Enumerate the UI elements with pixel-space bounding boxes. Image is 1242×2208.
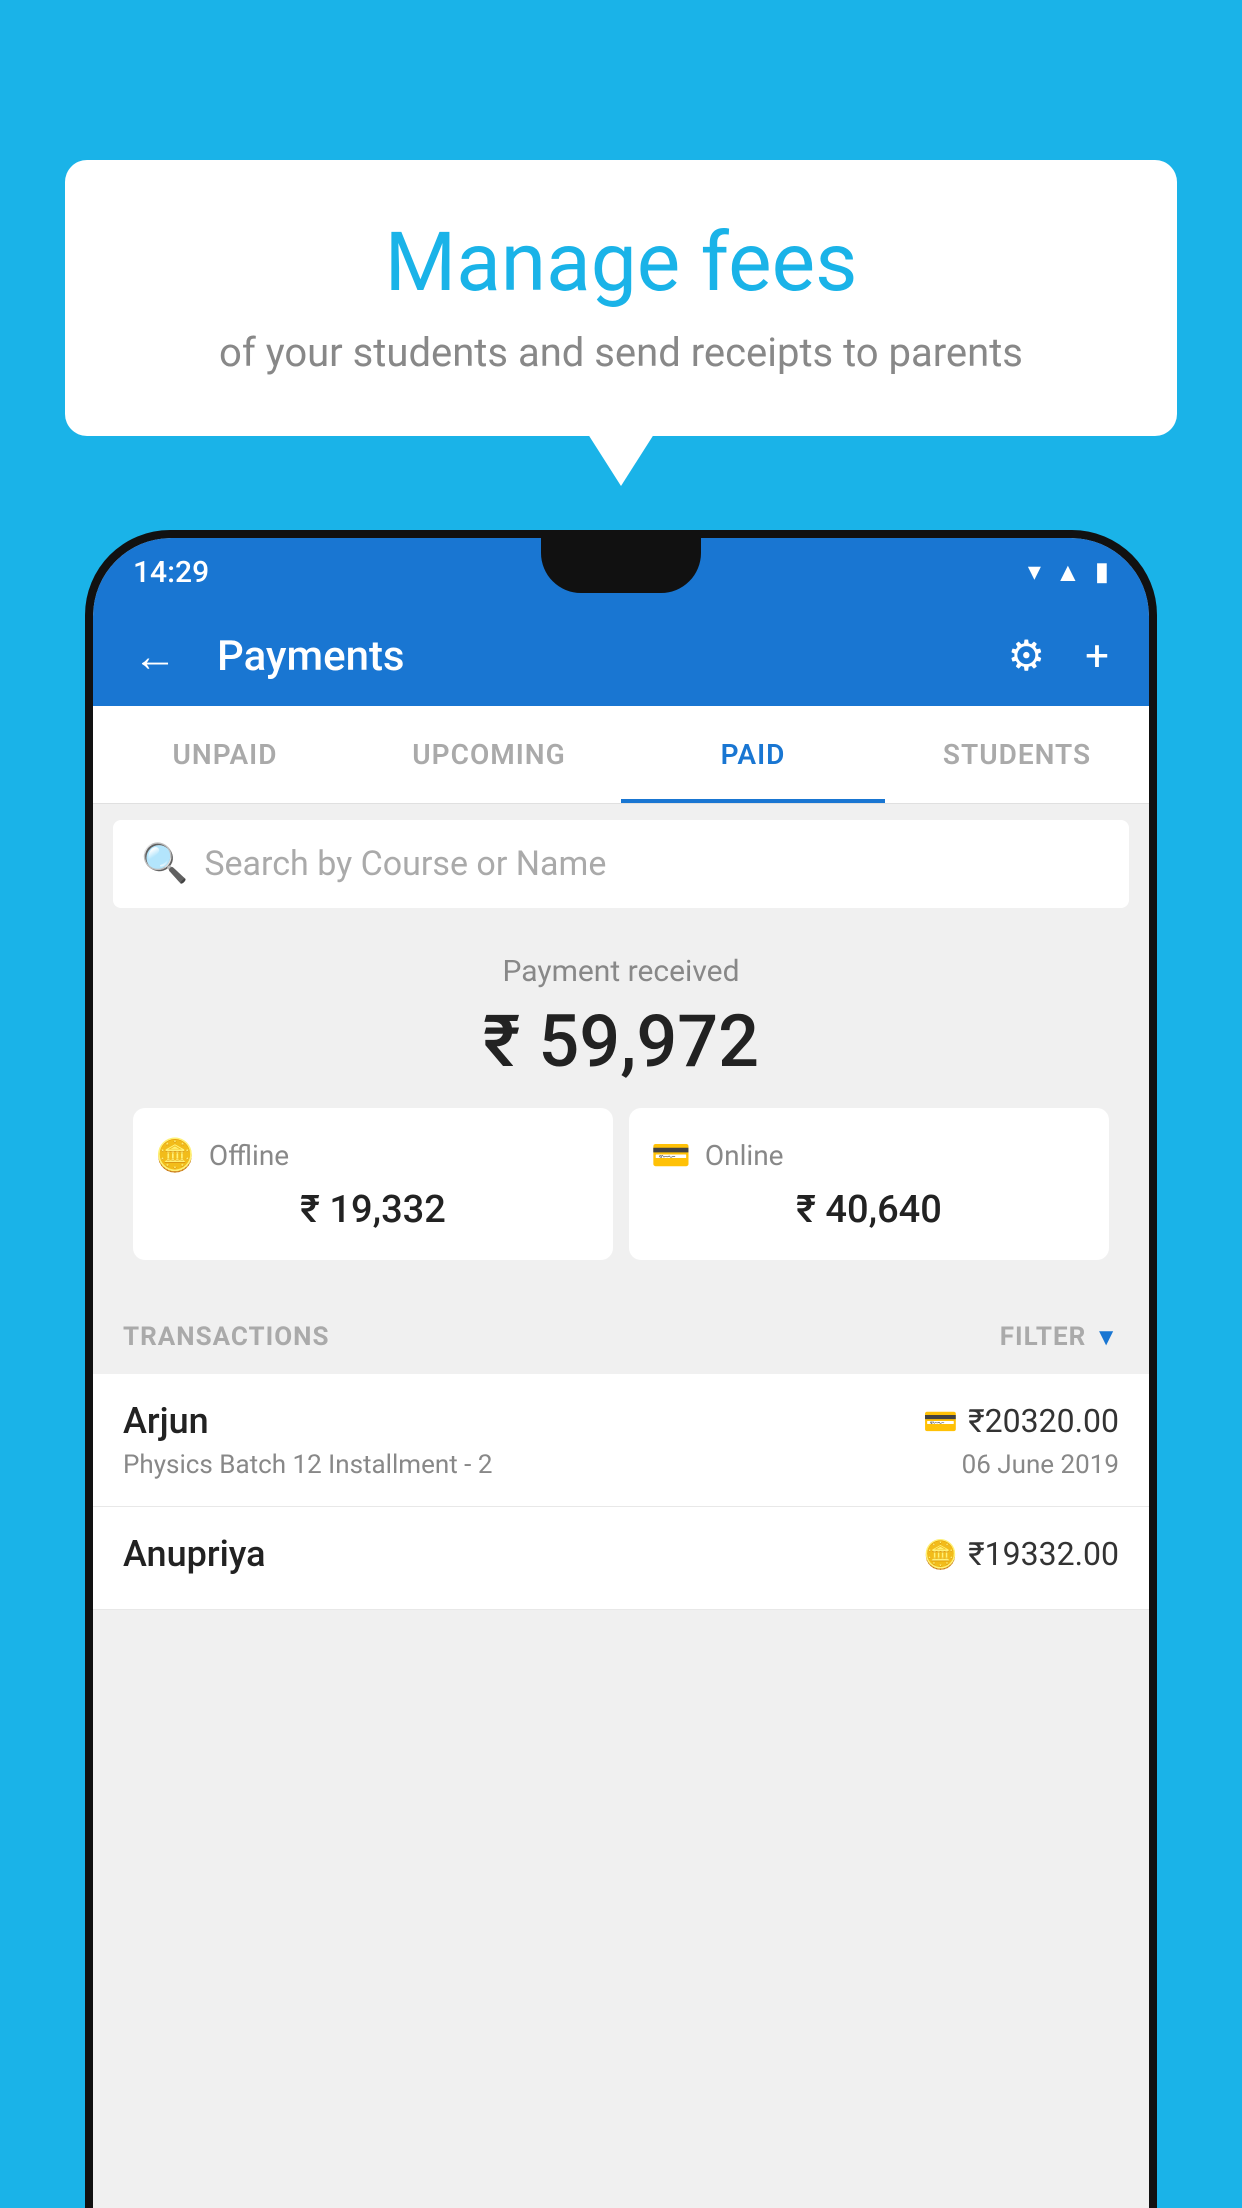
phone-inner: 14:29 ▾ ▲ ▮ ← Payments ⚙ + UNPAID UPCOMI…	[93, 538, 1149, 2208]
online-label: Online	[705, 1139, 784, 1172]
bubble-title: Manage fees	[125, 215, 1117, 311]
student-name: Arjun	[123, 1400, 209, 1442]
online-amount: ₹ 40,640	[651, 1188, 1087, 1232]
app-header: ← Payments ⚙ +	[93, 606, 1149, 706]
search-placeholder: Search by Course or Name	[204, 844, 606, 884]
offline-card: 🪙 Offline ₹ 19,332	[133, 1108, 613, 1260]
settings-icon[interactable]: ⚙	[998, 621, 1056, 691]
tab-unpaid[interactable]: UNPAID	[93, 706, 357, 803]
tab-paid[interactable]: PAID	[621, 706, 885, 803]
screen-body: 🔍 Search by Course or Name Payment recei…	[93, 804, 1149, 2208]
transaction-bottom: Physics Batch 12 Installment - 2 06 June…	[123, 1450, 1119, 1480]
transactions-label: TRANSACTIONS	[123, 1322, 329, 1352]
status-bar: 14:29 ▾ ▲ ▮	[93, 538, 1149, 606]
transaction-top: Arjun 💳 ₹20320.00	[123, 1400, 1119, 1442]
online-card-header: 💳 Online	[651, 1136, 1087, 1174]
filter-button[interactable]: FILTER ▼	[1000, 1322, 1119, 1352]
card-payment-icon: 💳	[923, 1405, 958, 1438]
online-card: 💳 Online ₹ 40,640	[629, 1108, 1109, 1260]
payment-cards: 🪙 Offline ₹ 19,332 💳 Online ₹ 40,640	[113, 1108, 1129, 1280]
notch	[541, 538, 701, 593]
payment-label: Payment received	[113, 954, 1129, 989]
offline-card-header: 🪙 Offline	[155, 1136, 591, 1174]
signal-icon: ▲	[1055, 557, 1081, 588]
student-name-2: Anupriya	[123, 1533, 266, 1575]
tabs-container: UNPAID UPCOMING PAID STUDENTS	[93, 706, 1149, 804]
cash-payment-icon: 🪙	[923, 1538, 958, 1571]
add-icon[interactable]: +	[1075, 622, 1119, 691]
payment-amount: ₹ 59,972	[113, 999, 1129, 1084]
search-bar[interactable]: 🔍 Search by Course or Name	[113, 820, 1129, 908]
speech-bubble-container: Manage fees of your students and send re…	[65, 160, 1177, 436]
offline-icon: 🪙	[155, 1136, 195, 1174]
transaction-top-2: Anupriya 🪙 ₹19332.00	[123, 1533, 1119, 1575]
filter-icon: ▼	[1094, 1323, 1119, 1352]
payment-summary: Payment received ₹ 59,972 🪙 Offline ₹ 19…	[93, 924, 1149, 1300]
search-icon: 🔍	[141, 842, 188, 886]
transaction-row[interactable]: Anupriya 🪙 ₹19332.00	[93, 1507, 1149, 1610]
tab-upcoming[interactable]: UPCOMING	[357, 706, 621, 803]
offline-label: Offline	[209, 1139, 289, 1172]
status-icons: ▾ ▲ ▮	[1028, 557, 1109, 588]
phone-frame: 14:29 ▾ ▲ ▮ ← Payments ⚙ + UNPAID UPCOMI…	[85, 530, 1157, 2208]
wifi-icon: ▾	[1028, 557, 1041, 587]
transactions-header: TRANSACTIONS FILTER ▼	[93, 1300, 1149, 1374]
transaction-amount-2: 🪙 ₹19332.00	[923, 1535, 1119, 1573]
header-title: Payments	[217, 632, 978, 681]
bubble-subtitle: of your students and send receipts to pa…	[125, 329, 1117, 376]
transaction-date: 06 June 2019	[962, 1450, 1119, 1480]
status-time: 14:29	[133, 555, 209, 590]
transaction-amount: 💳 ₹20320.00	[923, 1402, 1119, 1440]
course-info: Physics Batch 12 Installment - 2	[123, 1450, 492, 1480]
online-icon: 💳	[651, 1136, 691, 1174]
speech-bubble: Manage fees of your students and send re…	[65, 160, 1177, 436]
offline-amount: ₹ 19,332	[155, 1188, 591, 1232]
tab-students[interactable]: STUDENTS	[885, 706, 1149, 803]
back-button[interactable]: ←	[123, 620, 187, 692]
transaction-row[interactable]: Arjun 💳 ₹20320.00 Physics Batch 12 Insta…	[93, 1374, 1149, 1507]
phone-screen: 14:29 ▾ ▲ ▮ ← Payments ⚙ + UNPAID UPCOMI…	[93, 538, 1149, 2208]
battery-icon: ▮	[1095, 557, 1109, 587]
